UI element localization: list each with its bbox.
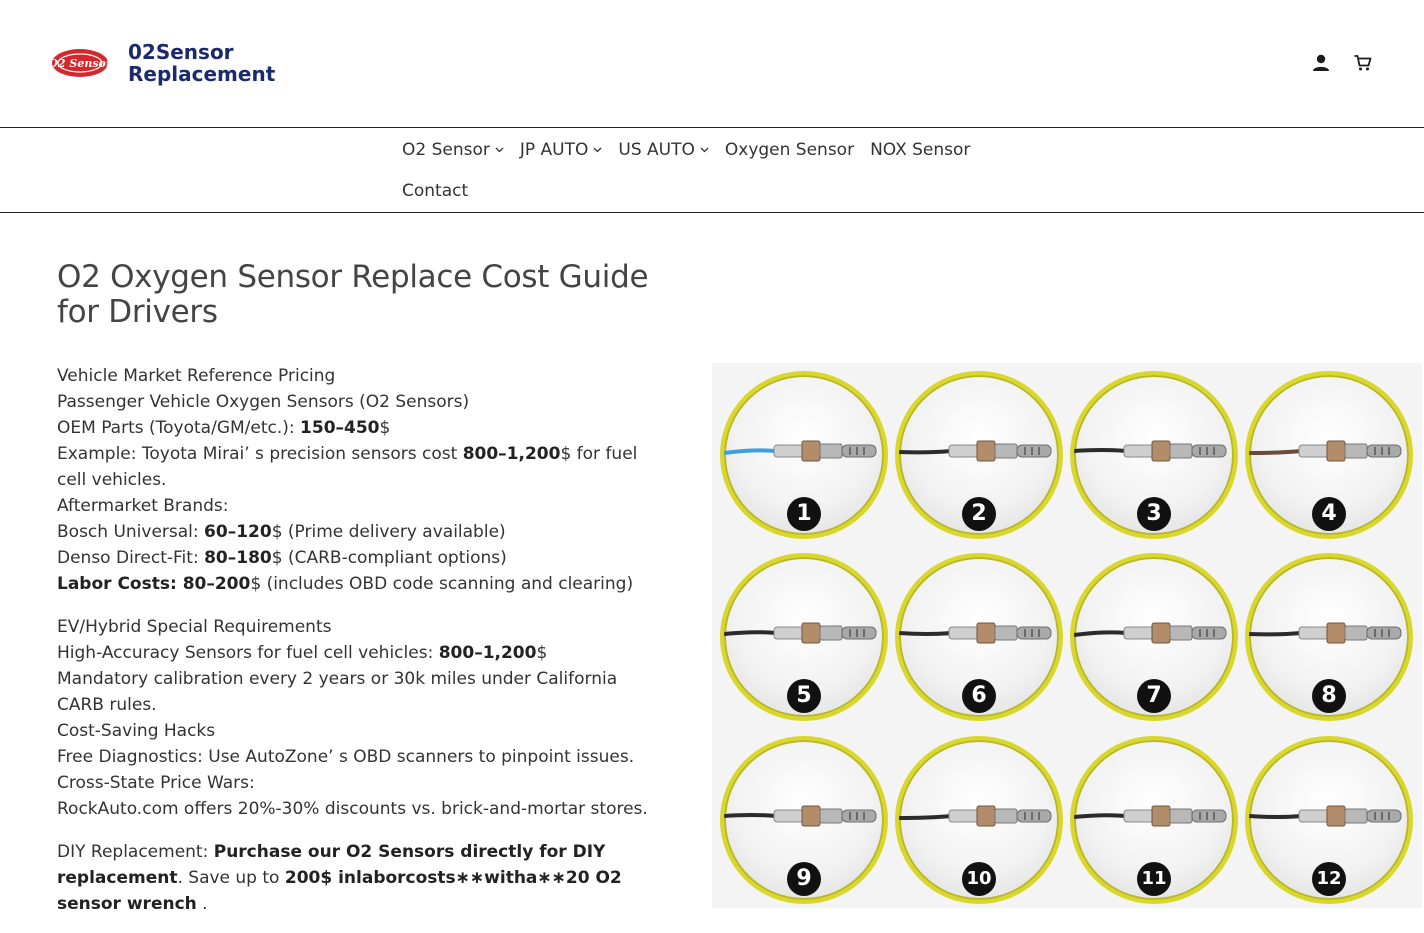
brand-name: 02Sensor Replacement [128, 41, 275, 85]
nav-label: O2 Sensor [402, 140, 490, 160]
account-icon[interactable] [1311, 53, 1331, 73]
sensor-number-badge: 9 [787, 862, 821, 896]
text-line: Vehicle Market Reference Pricing [57, 366, 336, 386]
text-line: Bosch Universal: 60–120$ (Prime delivery… [57, 522, 506, 542]
site-header: O2 Sensor 02Sensor Replacement [0, 0, 1424, 128]
sensor-thumbnail: 3 [1070, 371, 1238, 539]
sensor-thumbnail: 6 [895, 553, 1063, 721]
text-line: Cost-Saving Hacks [57, 721, 216, 741]
sensor-thumbnail: 5 [720, 553, 888, 721]
sensor-thumbnail: 10 [895, 736, 1063, 904]
text-line: Example: Toyota Mirai’ s precision senso… [57, 444, 638, 490]
nav-item-nox-sensor[interactable]: NOX Sensor [870, 140, 970, 160]
sensor-number-badge: 10 [962, 862, 996, 896]
chevron-down-icon [700, 147, 709, 153]
text-line: EV/Hybrid Special Requirements [57, 617, 332, 637]
sensor-thumbnail: 9 [720, 736, 888, 904]
nav-label: Contact [402, 181, 469, 201]
logo-link[interactable]: O2 Sensor 02Sensor Replacement [50, 40, 275, 86]
cart-icon[interactable] [1353, 53, 1373, 73]
sensor-number-badge: 4 [1312, 497, 1346, 531]
chevron-down-icon [495, 147, 504, 153]
sensor-number-badge: 8 [1312, 679, 1346, 713]
brand-line-2: Replacement [128, 62, 276, 86]
header-actions [1311, 53, 1373, 73]
nav-item-contact[interactable]: Contact [402, 181, 468, 201]
nav-row-primary: O2 Sensor JP AUTO US AUTO Oxygen Sensor … [402, 140, 986, 160]
nav-row-secondary: Contact [402, 181, 484, 201]
sensor-number-badge: 5 [787, 679, 821, 713]
sensor-number-badge: 11 [1137, 862, 1171, 896]
text-line: Mandatory calibration every 2 years or 3… [57, 669, 618, 715]
main-navigation: O2 Sensor JP AUTO US AUTO Oxygen Sensor … [0, 128, 1424, 213]
page-title: O2 Oxygen Sensor Replace Cost Guide for … [57, 259, 649, 330]
text-line: Passenger Vehicle Oxygen Sensors (O2 Sen… [57, 392, 470, 412]
sensor-number-badge: 6 [962, 679, 996, 713]
nav-label: Oxygen Sensor [724, 140, 855, 160]
nav-label: NOX Sensor [870, 140, 971, 160]
sensor-thumbnail: 4 [1245, 371, 1413, 539]
brand-line-1: 02Sensor [128, 40, 234, 64]
article-body: Vehicle Market Reference Pricing Passeng… [57, 363, 657, 917]
text-line: DIY Replacement: Purchase our O2 Sensors… [57, 842, 622, 914]
sensor-number-badge: 1 [787, 497, 821, 531]
o2-sensor-logo: O2 Sensor [50, 49, 110, 77]
nav-item-o2-sensor[interactable]: O2 Sensor [402, 140, 504, 160]
sensor-number-badge: 2 [962, 497, 996, 531]
sensor-product-image: 1 2 3 4 5 6 7 8 9 10 11 12 [712, 363, 1422, 908]
nav-label: JP AUTO [519, 140, 589, 160]
sensor-thumbnail: 11 [1070, 736, 1238, 904]
text-line: High-Accuracy Sensors for fuel cell vehi… [57, 643, 548, 663]
sensor-number-badge: 12 [1312, 862, 1346, 896]
text-line: RockAuto.com offers 20%-30% discounts vs… [57, 799, 648, 819]
text-line: Denso Direct-Fit: 80–180$ (CARB-complian… [57, 548, 507, 568]
text-line: OEM Parts (Toyota/GM/etc.): 150–450$ [57, 418, 391, 438]
sensor-number-badge: 7 [1137, 679, 1171, 713]
text-line: Aftermarket Brands: [57, 496, 229, 516]
sensor-thumbnail: 1 [720, 371, 888, 539]
text-line: Cross-State Price Wars: [57, 773, 255, 793]
text-line: Free Diagnostics: Use AutoZone’ s OBD sc… [57, 747, 635, 767]
sensor-thumbnail: 2 [895, 371, 1063, 539]
sensor-thumbnail: 7 [1070, 553, 1238, 721]
sensor-thumbnail: 8 [1245, 553, 1413, 721]
nav-item-us-auto[interactable]: US AUTO [618, 140, 709, 160]
sensor-thumbnail: 12 [1245, 736, 1413, 904]
nav-label: US AUTO [618, 140, 695, 160]
nav-item-jp-auto[interactable]: JP AUTO [520, 140, 603, 160]
text-line: Labor Costs: 80–200$ (includes OBD code … [57, 574, 634, 594]
svg-text:O2 Sensor: O2 Sensor [50, 57, 110, 70]
chevron-down-icon [593, 147, 602, 153]
nav-item-oxygen-sensor[interactable]: Oxygen Sensor [725, 140, 854, 160]
sensor-number-badge: 3 [1137, 497, 1171, 531]
